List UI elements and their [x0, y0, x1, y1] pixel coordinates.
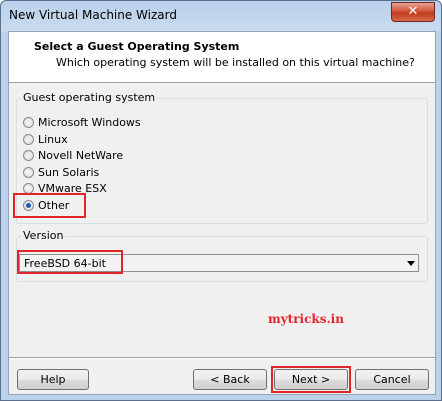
wizard-header: Select a Guest Operating System Which op…: [9, 32, 435, 83]
radio-button-icon[interactable]: [23, 116, 34, 128]
chevron-down-icon[interactable]: [407, 261, 415, 266]
radio-sun-solaris[interactable]: Sun Solaris: [23, 164, 99, 180]
watermark-text: mytricks.in: [268, 312, 344, 326]
footer-separator: [9, 357, 435, 359]
page-title: Select a Guest Operating System: [34, 40, 240, 53]
guest-os-group-label: Guest operating system: [21, 91, 158, 104]
window-title: New Virtual Machine Wizard: [9, 8, 177, 22]
radio-label: Sun Solaris: [38, 165, 100, 179]
radio-label: Novell NetWare: [38, 148, 124, 162]
radio-button-icon[interactable]: [23, 166, 34, 178]
radio-novell-netware[interactable]: Novell NetWare: [23, 147, 123, 163]
radio-microsoft-windows[interactable]: Microsoft Windows: [23, 114, 141, 130]
radio-label: Linux: [38, 132, 68, 146]
radio-button-icon[interactable]: [23, 149, 34, 161]
highlight-box-next: [271, 366, 351, 393]
highlight-box-other: [13, 193, 86, 218]
radio-button-icon[interactable]: [23, 133, 34, 145]
page-subtitle: Which operating system will be installed…: [56, 56, 415, 69]
radio-linux[interactable]: Linux: [23, 131, 68, 147]
back-button[interactable]: < Back: [193, 369, 267, 390]
highlight-box-version: [17, 250, 123, 274]
close-icon: ✕: [407, 4, 419, 19]
cancel-button[interactable]: Cancel: [355, 369, 429, 390]
version-group-label: Version: [21, 229, 66, 242]
help-button[interactable]: Help: [17, 369, 89, 390]
wizard-window: New Virtual Machine Wizard ✕ Select a Gu…: [0, 0, 442, 401]
wizard-client-area: Select a Guest Operating System Which op…: [8, 31, 436, 395]
title-bar: New Virtual Machine Wizard ✕: [1, 1, 441, 31]
radio-label: Microsoft Windows: [38, 115, 141, 129]
radio-button-icon[interactable]: [23, 182, 34, 194]
close-button[interactable]: ✕: [391, 2, 435, 22]
